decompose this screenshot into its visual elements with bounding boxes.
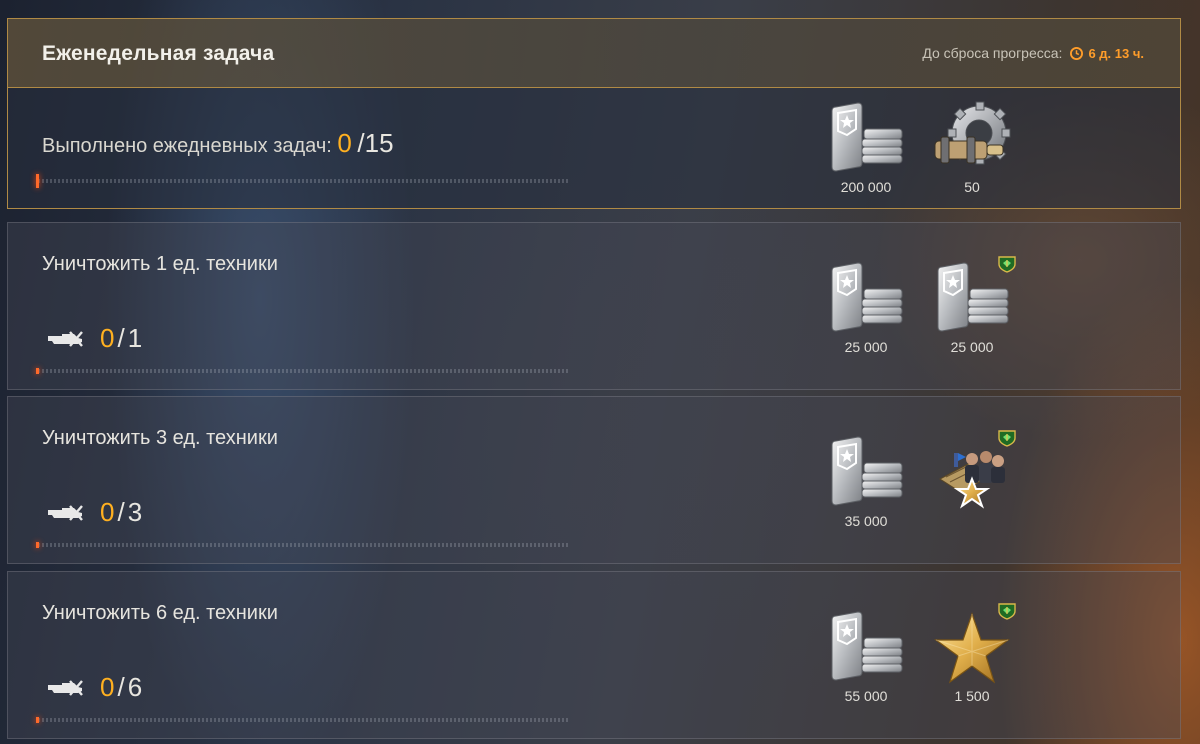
weekly-progress-total: 15 (364, 128, 394, 158)
destroyed-vehicle-icon (48, 331, 84, 347)
task-progress: 0 / 3 (48, 497, 142, 528)
weekly-progress-bar (36, 174, 570, 188)
task-card: Уничтожить 6 ед. техники 0 / 6 55 000 1 … (7, 571, 1181, 739)
experience-star-icon (934, 612, 1010, 684)
reward-amount: 55 000 (844, 688, 888, 704)
task-progress: 0 / 6 (48, 672, 142, 703)
destroyed-vehicle-icon (48, 680, 84, 696)
task-title: Уничтожить 3 ед. техники (42, 427, 278, 449)
destroyed-vehicle-icon (48, 505, 84, 521)
reward-silver-premium[interactable]: 25 000 (922, 261, 1022, 355)
reward-amount: 50 (964, 179, 980, 195)
premium-shield-icon (996, 429, 1018, 447)
task-card: Уничтожить 3 ед. техники 0 / 3 35 000 (7, 396, 1181, 564)
reward-amount: 200 000 (840, 179, 892, 195)
weekly-progress-label: Выполнено ежедневных задач: (42, 135, 332, 157)
task-progress: 0 / 1 (48, 323, 142, 354)
task-progress-total: 3 (127, 497, 143, 527)
task-progress-current: 0 (100, 497, 115, 527)
reward-amount: 1 500 (954, 688, 990, 704)
clock-icon (1070, 46, 1084, 60)
reset-time: 6 д. 13 ч. (1088, 45, 1144, 61)
reward-silver[interactable]: 55 000 (816, 610, 916, 704)
task-progress-total: 6 (127, 672, 143, 702)
equipment-gear-icon (934, 101, 1011, 165)
task-progress-bar (36, 368, 570, 374)
task-card: Уничтожить 1 ед. техники 0 / 1 25 000 25… (7, 222, 1181, 390)
silver-icon (826, 435, 906, 511)
reward-amount: 35 000 (844, 513, 888, 529)
task-progress-separator: / (117, 497, 125, 527)
reward-experience[interactable]: 1 500 (922, 610, 1022, 704)
reward-silver[interactable]: 200 000 (816, 101, 916, 195)
reward-silver[interactable]: 25 000 (816, 261, 916, 355)
task-progress-bar (36, 717, 570, 723)
reward-equipment[interactable]: 50 (922, 101, 1022, 195)
progress-marker (36, 717, 39, 723)
reset-label: До сброса прогресса: (922, 45, 1063, 61)
task-progress-current: 0 (100, 672, 115, 702)
task-progress-total: 1 (127, 323, 143, 353)
silver-icon (826, 261, 906, 337)
premium-shield-icon (996, 602, 1018, 620)
reward-silver[interactable]: 35 000 (816, 435, 916, 529)
reset-timer: До сброса прогресса: 6 д. 13 ч. (922, 45, 1144, 61)
reward-amount: 25 000 (950, 339, 994, 355)
progress-marker (36, 174, 39, 188)
progress-marker (36, 542, 39, 548)
silver-icon (826, 101, 906, 177)
weekly-task-title: Еженедельная задача (42, 42, 275, 65)
task-progress-bar (36, 542, 570, 548)
weekly-progress-current: 0 (337, 128, 352, 158)
task-progress-separator: / (117, 672, 125, 702)
progress-marker (36, 368, 39, 374)
reward-amount: 25 000 (844, 339, 888, 355)
weekly-task-panel: Еженедельная задача До сброса прогресса:… (7, 18, 1181, 209)
premium-shield-icon (996, 255, 1018, 273)
task-progress-current: 0 (100, 323, 115, 353)
weekly-task-header: Еженедельная задача До сброса прогресса:… (8, 19, 1180, 88)
task-progress-separator: / (117, 323, 125, 353)
task-title: Уничтожить 6 ед. техники (42, 602, 278, 624)
silver-icon (826, 610, 906, 686)
weekly-progress-text: Выполнено ежедневных задач: 0 /15 (42, 128, 394, 159)
weekly-progress-separator: / (357, 128, 365, 158)
task-title: Уничтожить 1 ед. техники (42, 253, 278, 275)
